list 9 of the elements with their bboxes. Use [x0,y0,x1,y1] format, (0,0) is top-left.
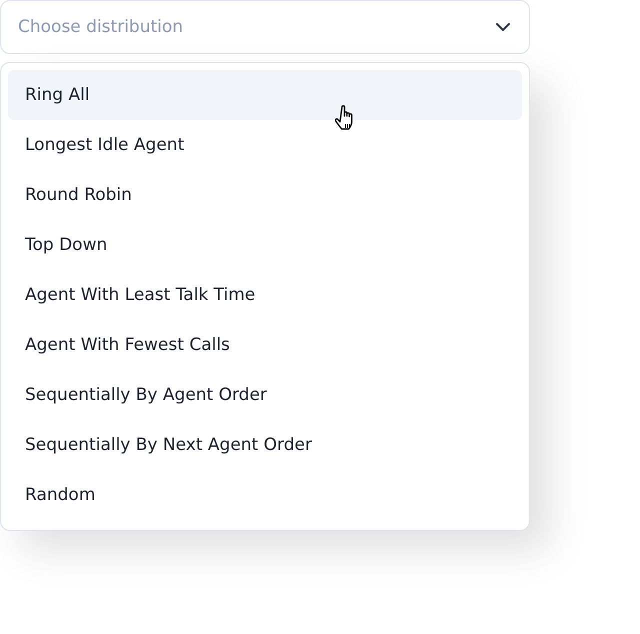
menu-option[interactable]: Top Down [8,220,522,270]
menu-option[interactable]: Sequentially By Next Agent Order [8,420,522,470]
menu-option[interactable]: Longest Idle Agent [8,120,522,170]
menu-option[interactable]: Agent With Least Talk Time [8,270,522,320]
menu-option[interactable]: Random [8,470,522,520]
menu-option[interactable]: Sequentially By Agent Order [8,370,522,420]
menu-option[interactable]: Round Robin [8,170,522,220]
placeholder-text: Choose distribution [18,17,184,37]
menu-option[interactable]: Agent With Fewest Calls [8,320,522,370]
